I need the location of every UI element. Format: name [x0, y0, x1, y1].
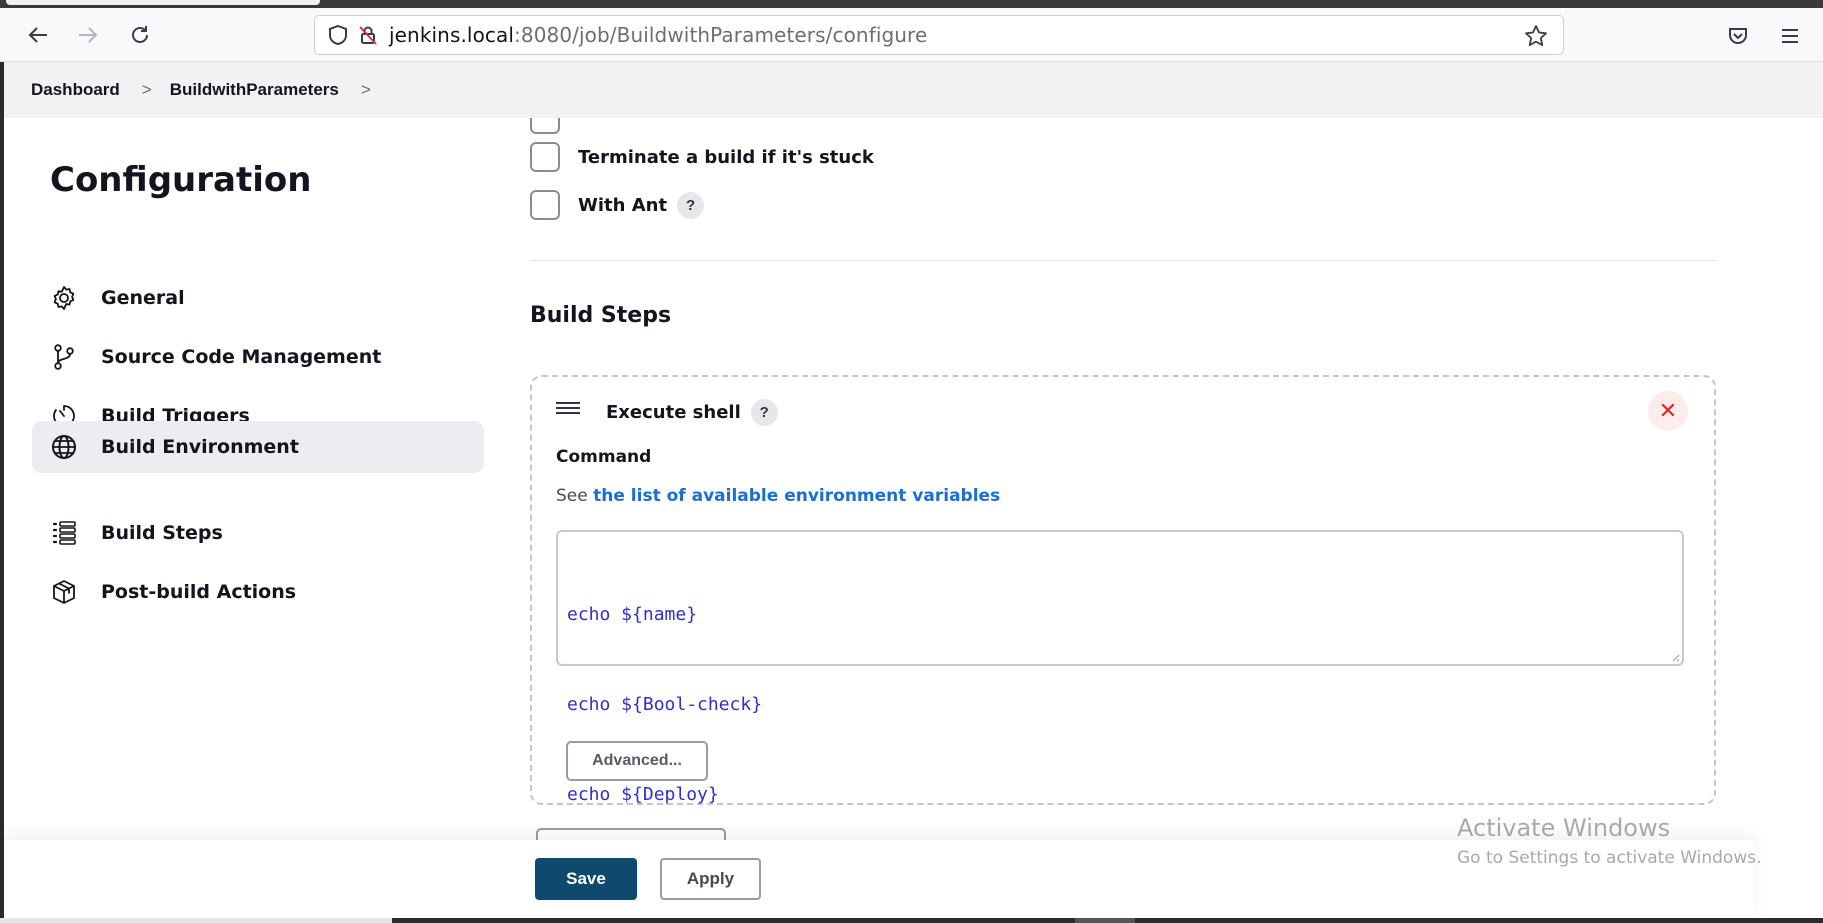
list-icon [48, 517, 80, 549]
taskbar-left-region [0, 918, 392, 923]
sidebar-item-label: Source Code Management [101, 346, 382, 368]
save-button[interactable]: Save [535, 858, 637, 900]
option-checkbox[interactable] [530, 118, 560, 134]
browser-toolbar: jenkins.local:8080/job/BuildwithParamete… [0, 8, 1823, 62]
help-icon[interactable]: ? [677, 191, 705, 219]
sidebar-item-post-build-actions[interactable]: Post-build Actions [32, 566, 484, 618]
command-label: Command [556, 447, 652, 467]
back-arrow-icon[interactable] [23, 20, 53, 50]
watermark-title: Activate Windows [1457, 814, 1671, 842]
command-line: echo ${Bool-check} [567, 694, 763, 715]
drag-handle-icon[interactable] [556, 399, 580, 419]
insecure-lock-icon[interactable] [355, 22, 381, 48]
resize-grip-icon[interactable] [1670, 652, 1680, 662]
breadcrumb-separator: > [141, 80, 152, 99]
step-title: Execute shell [606, 402, 741, 423]
page-title: Configuration [50, 160, 312, 200]
configure-page: Configuration General Source Code Manage… [4, 118, 1823, 918]
with-ant-label[interactable]: With Ant [578, 195, 667, 216]
sidebar-item-label: Build Environment [101, 436, 299, 458]
help-icon[interactable]: ? [750, 399, 778, 426]
sidebar-item-source-code-management[interactable]: Source Code Management [32, 331, 484, 383]
with-ant-checkbox[interactable] [530, 190, 560, 220]
breadcrumb-job[interactable]: BuildwithParameters [170, 80, 339, 100]
command-line: echo ${Deploy} [567, 784, 719, 805]
url-host: jenkins.local [389, 23, 515, 47]
sidebar-item-label: Build Steps [101, 522, 223, 544]
forward-arrow-icon[interactable] [73, 20, 103, 50]
execute-shell-step: Execute shell ? ✕ Command See the list o… [530, 375, 1716, 805]
url-bar[interactable]: jenkins.local:8080/job/BuildwithParamete… [314, 15, 1564, 55]
sidebar-item-general[interactable]: General [32, 272, 484, 324]
sidebar-item-label: General [101, 287, 185, 309]
gear-icon [48, 282, 80, 314]
terminate-stuck-checkbox[interactable] [530, 142, 560, 172]
option-with-ant: With Ant ? [530, 190, 705, 220]
terminate-stuck-label[interactable]: Terminate a build if it's stuck [578, 147, 874, 168]
shield-icon[interactable] [325, 22, 351, 48]
advanced-button[interactable]: Advanced... [566, 741, 708, 781]
sidebar-item-label: Post-build Actions [101, 581, 297, 603]
taskbar-item[interactable] [1075, 918, 1135, 923]
build-steps-title: Build Steps [530, 303, 672, 328]
see-prefix: See [556, 486, 588, 506]
sidebar-item-build-steps[interactable]: Build Steps [32, 507, 484, 559]
command-line: echo ${name} [567, 604, 698, 625]
command-textarea[interactable]: echo ${name} echo ${Bool-check} echo ${D… [556, 530, 1684, 805]
option-row-partial [530, 118, 560, 134]
url-text[interactable]: jenkins.local:8080/job/BuildwithParamete… [389, 23, 927, 47]
env-vars-hint: See the list of available environment va… [556, 486, 1000, 506]
apply-button[interactable]: Apply [660, 858, 761, 900]
reload-icon[interactable] [125, 20, 155, 50]
breadcrumb-dashboard[interactable]: Dashboard [31, 80, 120, 100]
env-vars-link[interactable]: the list of available environment variab… [593, 486, 1000, 506]
step-header: Execute shell ? [606, 399, 778, 426]
branch-icon [48, 341, 80, 373]
sidebar-item-build-environment[interactable]: Build Environment [32, 421, 484, 473]
option-terminate-stuck: Terminate a build if it's stuck [530, 142, 874, 172]
section-divider [530, 260, 1716, 261]
bookmark-star-icon[interactable] [1523, 23, 1549, 49]
url-path: :8080/job/BuildwithParameters/configure [514, 23, 928, 47]
hamburger-menu-icon[interactable] [1776, 22, 1804, 50]
pocket-icon[interactable] [1724, 22, 1752, 50]
package-icon [48, 576, 80, 608]
browser-tab-edge[interactable] [6, 0, 320, 5]
watermark-subtitle: Go to Settings to activate Windows. [1457, 848, 1762, 868]
os-top-strip [0, 0, 1823, 8]
breadcrumb-separator[interactable]: > [361, 80, 371, 100]
breadcrumb: Dashboard > BuildwithParameters > [4, 62, 1823, 118]
globe-icon [48, 431, 80, 463]
close-icon[interactable]: ✕ [1648, 391, 1688, 431]
